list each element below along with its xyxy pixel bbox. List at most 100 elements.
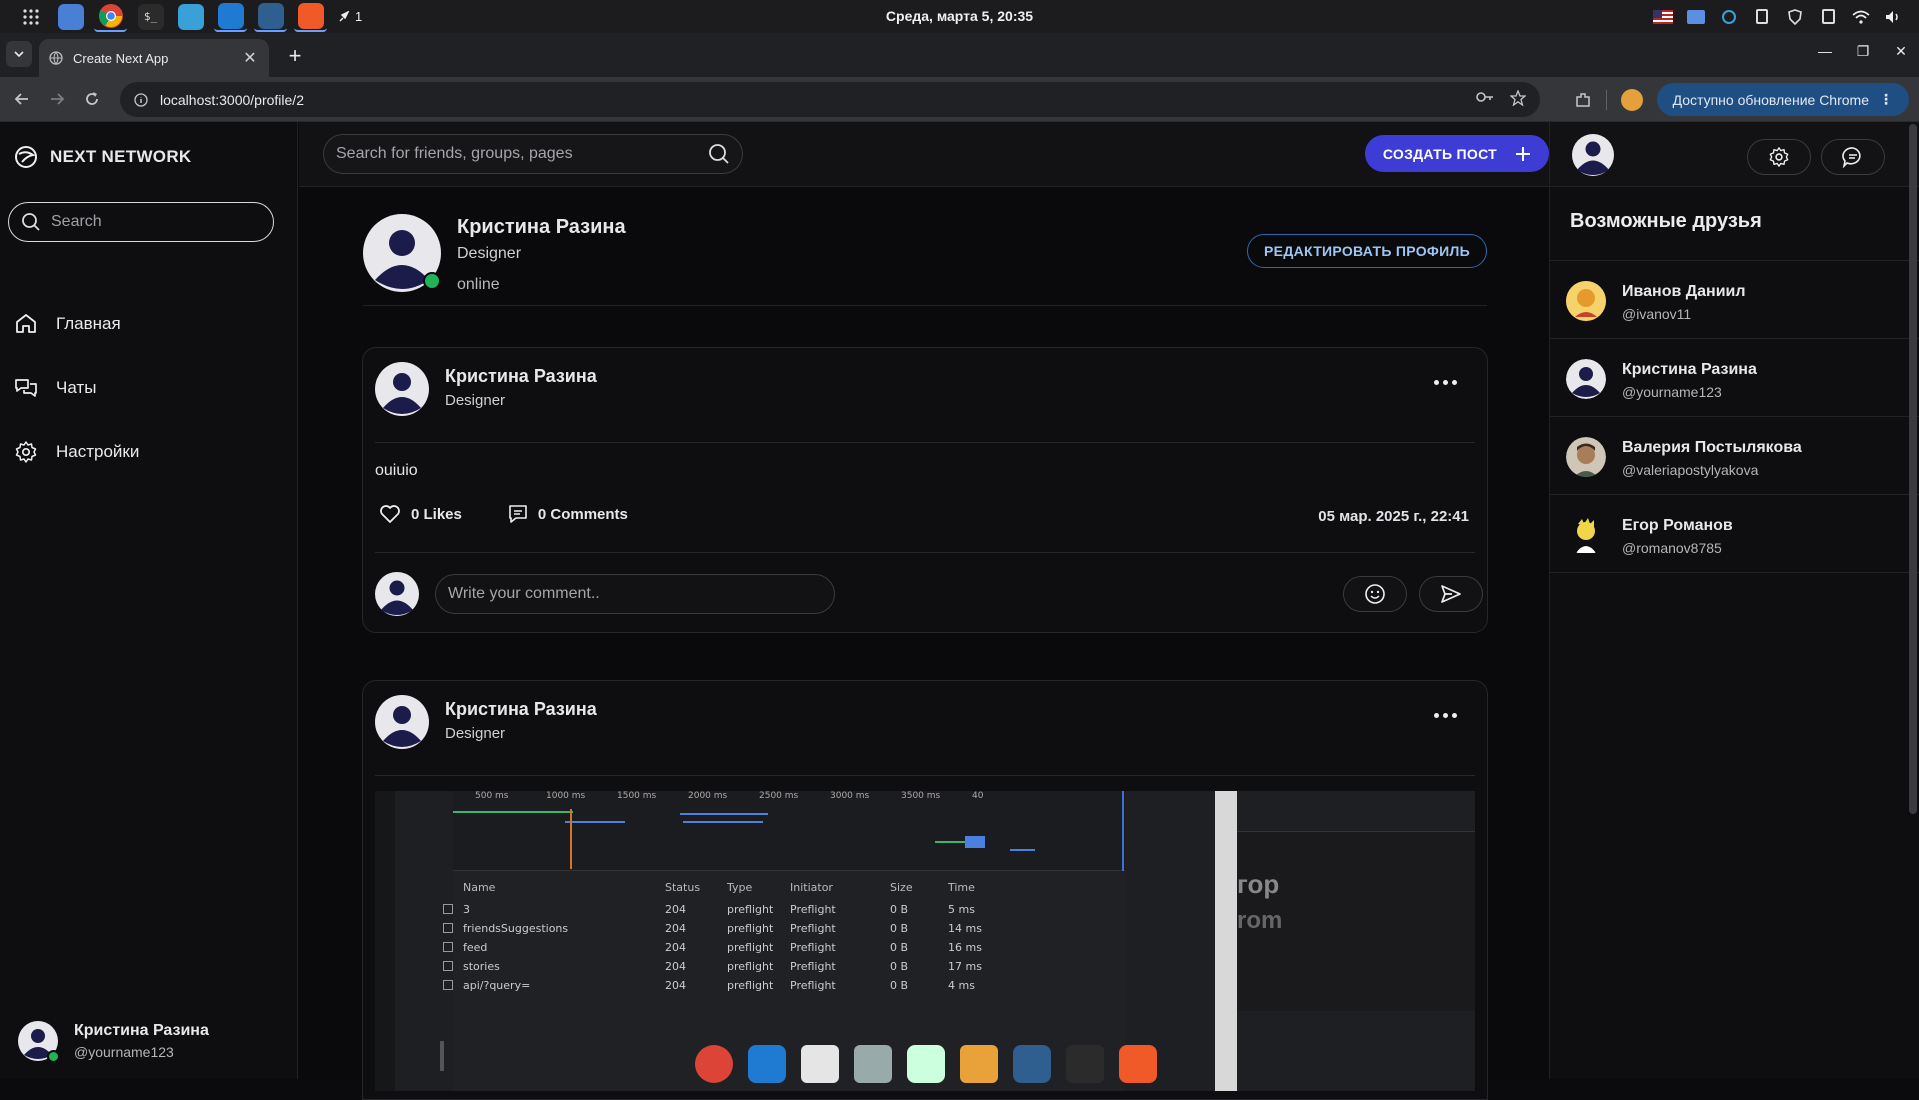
global-search <box>323 134 743 174</box>
network-cell: Preflight <box>790 979 836 992</box>
key-icon[interactable] <box>1476 90 1494 104</box>
settings-button[interactable] <box>1747 139 1811 175</box>
friend-name: Егор Романов <box>1622 517 1733 534</box>
network-cell: Preflight <box>790 941 836 954</box>
avatar <box>1566 515 1606 555</box>
network-cell: 0 B <box>890 960 909 973</box>
comments-button[interactable]: 0 Comments <box>508 504 628 524</box>
update-label: Доступно обновление Chrome <box>1672 91 1869 108</box>
restore-icon[interactable]: ❐ <box>1855 43 1871 59</box>
create-post-button[interactable]: СОЗДАТЬ ПОСТ <box>1364 135 1549 172</box>
network-cell: preflight <box>727 979 774 992</box>
global-search-input[interactable] <box>336 145 676 163</box>
list-item[interactable]: Егор Романов @romanov8785 <box>1550 495 1919 573</box>
post-card: Кристина Разина Designer 500 ms 1000 ms 15… <box>362 680 1488 1100</box>
divider <box>375 552 1475 553</box>
comments-count: 0 Comments <box>537 505 628 523</box>
avatar[interactable] <box>1572 134 1614 176</box>
extensions-icon[interactable] <box>1574 91 1592 109</box>
row-checkbox <box>443 923 453 933</box>
browser-tab-bar: Create Next App ✕ + — ❐ ✕ <box>0 33 1919 77</box>
current-user[interactable]: Кристина Разина @yourname123 <box>18 1021 209 1063</box>
list-item[interactable]: Валерия Постылякова @valeriapostylyakova <box>1550 417 1919 495</box>
wifi-icon[interactable] <box>1850 8 1872 26</box>
files-icon[interactable] <box>54 2 87 32</box>
edit-profile-button[interactable]: РЕДАКТИРОВАТЬ ПРОФИЛЬ <box>1247 234 1487 268</box>
clipboard-icon[interactable] <box>1751 8 1773 26</box>
logo-icon <box>15 146 37 168</box>
emoji-button[interactable] <box>1343 576 1407 612</box>
sidebar-item-label: Настройки <box>56 442 140 461</box>
search-icon[interactable] <box>708 143 730 165</box>
list-item[interactable]: Кристина Разина @yourname123 <box>1550 339 1919 417</box>
avatar[interactable] <box>375 362 429 416</box>
like-button[interactable]: 0 Likes <box>379 504 462 524</box>
network-column-header: Status <box>665 881 701 894</box>
list-item[interactable]: Иванов Даниил @ivanov11 <box>1550 261 1919 339</box>
avatar[interactable] <box>375 695 429 749</box>
post-image[interactable]: 500 ms 1000 ms 1500 ms 2000 ms 2500 ms 3000 m… <box>375 791 1475 1091</box>
sidebar-search-input[interactable] <box>51 213 251 231</box>
close-tab-icon[interactable]: ✕ <box>241 48 259 68</box>
back-icon[interactable] <box>10 87 34 111</box>
chat-bubble-icon <box>1842 147 1861 168</box>
post-author[interactable]: Кристина Разина <box>445 699 597 720</box>
sidebar-item-home[interactable]: Главная <box>14 292 139 356</box>
post-author[interactable]: Кристина Разина <box>445 366 597 387</box>
forward-icon[interactable] <box>45 87 69 111</box>
site-info-icon[interactable] <box>134 92 148 107</box>
send-comment-button[interactable] <box>1419 576 1483 612</box>
create-post-label: СОЗДАТЬ ПОСТ <box>1382 145 1497 162</box>
avatar <box>1566 281 1606 321</box>
more-options-icon[interactable] <box>1434 713 1457 718</box>
sidebar-item-chats[interactable]: Чаты <box>14 356 139 420</box>
folder-icon[interactable] <box>1685 8 1707 26</box>
pgadmin-icon[interactable] <box>254 2 287 32</box>
terminal-icon[interactable]: $_ <box>134 2 167 32</box>
online-indicator <box>47 1050 60 1063</box>
network-cell: Preflight <box>790 903 836 916</box>
shield-icon[interactable] <box>1784 8 1806 26</box>
avatar <box>18 1021 60 1063</box>
address-bar[interactable]: localhost:3000/profile/2 <box>120 82 1540 117</box>
us-flag-icon[interactable] <box>1652 8 1674 26</box>
right-sidebar: Возможные друзья Иванов Даниил @ivanov11… <box>1549 122 1919 1079</box>
network-column-header: Type <box>727 881 753 894</box>
avatar <box>1566 437 1606 477</box>
friend-handle: @romanov8785 <box>1622 540 1722 556</box>
network-cell: 204 <box>665 903 686 916</box>
chrome-icon[interactable] <box>94 2 127 32</box>
comment-input[interactable] <box>435 574 835 614</box>
network-column-header: Time <box>948 881 975 894</box>
close-window-icon[interactable]: ✕ <box>1893 43 1909 59</box>
tab-search-button[interactable] <box>6 41 32 67</box>
gear-icon <box>1769 147 1789 167</box>
sidebar-item-settings[interactable]: Настройки <box>14 420 139 484</box>
scrollbar[interactable] <box>1909 124 1917 814</box>
brand[interactable]: NEXT NETWORK <box>14 145 191 169</box>
reload-icon[interactable] <box>80 87 104 111</box>
messages-button[interactable] <box>1821 139 1885 175</box>
app-icon[interactable] <box>174 2 207 32</box>
network-cell: api/?query= <box>463 979 531 992</box>
network-column-header: Size <box>890 881 913 894</box>
sync-icon[interactable] <box>1718 8 1740 26</box>
heart-icon <box>380 505 400 523</box>
notification-indicator[interactable]: 1 <box>338 9 362 24</box>
note-icon[interactable] <box>1817 8 1839 26</box>
new-tab-button[interactable]: + <box>281 42 309 70</box>
chrome-update-button[interactable]: Доступно обновление Chrome ⋮ <box>1656 83 1909 116</box>
network-cell: 3 <box>463 903 470 916</box>
app-grid-icon[interactable] <box>14 2 47 32</box>
browser-tab[interactable]: Create Next App ✕ <box>39 39 269 77</box>
volume-icon[interactable] <box>1883 8 1905 26</box>
git-icon[interactable] <box>294 2 327 32</box>
more-options-icon[interactable] <box>1434 380 1457 385</box>
post-author-role: Designer <box>445 392 506 409</box>
network-cell: 204 <box>665 922 686 935</box>
star-icon[interactable] <box>1510 90 1526 106</box>
plus-icon <box>1516 146 1530 161</box>
minimize-icon[interactable]: — <box>1817 43 1833 59</box>
profile-avatar-icon[interactable] <box>1620 88 1643 111</box>
vscode-icon[interactable] <box>214 2 247 32</box>
